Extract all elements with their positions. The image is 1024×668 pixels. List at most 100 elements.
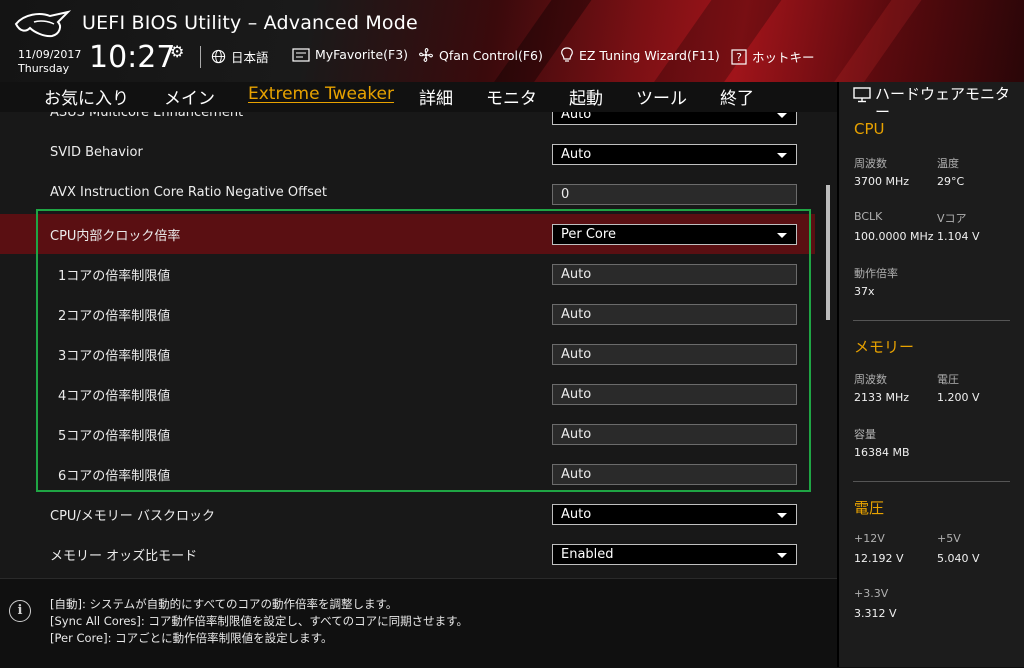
language-label: 日本語 xyxy=(231,50,269,65)
v33-value: 3.312 V xyxy=(854,607,897,620)
setting-label: ASUS Multicore Enhancement xyxy=(50,112,244,120)
globe-icon xyxy=(211,49,226,64)
app-title: UEFI BIOS Utility – Advanced Mode xyxy=(82,12,418,34)
cpu-temp-value: 29°C xyxy=(937,175,965,188)
setting-label: CPU/メモリー バスクロック xyxy=(50,509,215,524)
settings-panel: ASUS Multicore Enhancement Auto SVID Beh… xyxy=(0,112,837,578)
header-decoration xyxy=(641,0,789,82)
setting-row-avx-offset[interactable]: AVX Instruction Core Ratio Negative Offs… xyxy=(0,174,815,214)
v5-label: +5V xyxy=(937,532,961,545)
chevron-down-icon xyxy=(777,113,787,118)
myfavorite-button[interactable]: MyFavorite(F3) xyxy=(292,47,408,62)
gear-icon[interactable]: ⚙ xyxy=(170,42,184,61)
hotkeys-label: ホットキー xyxy=(752,50,815,65)
tab-favorites[interactable]: お気に入り xyxy=(44,84,129,109)
bus-clock-dropdown[interactable]: Auto xyxy=(552,504,797,525)
setting-label: メモリー オッズ比モード xyxy=(50,549,198,564)
svg-text:?: ? xyxy=(736,51,742,64)
date-text: 11/09/2017 xyxy=(18,48,82,61)
setting-row-svid[interactable]: SVID Behavior Auto xyxy=(0,134,815,174)
v33-label: +3.3V xyxy=(854,587,889,600)
clock-time: 10:27 xyxy=(89,40,176,75)
v5-value: 5.040 V xyxy=(937,552,980,565)
memory-section-heading: メモリー xyxy=(854,338,915,356)
day-text: Thursday xyxy=(18,62,70,75)
v12-label: +12V xyxy=(854,532,885,545)
hardware-monitor-panel: ハードウェアモニター CPU 周波数 温度 3700 MHz 29°C BCLK… xyxy=(837,82,1024,667)
setting-label: AVX Instruction Core Ratio Negative Offs… xyxy=(50,185,327,200)
help-line: [Sync All Cores]: コア動作倍率制限値を設定し、すべてのコアに同… xyxy=(50,614,468,628)
mem-freq-value: 2133 MHz xyxy=(854,391,910,404)
qfan-label: Qfan Control(F6) xyxy=(439,47,543,63)
cpu-bclk-label: BCLK xyxy=(854,210,883,223)
header-bar: UEFI BIOS Utility – Advanced Mode 11/09/… xyxy=(0,0,1024,82)
tab-extreme-tweaker[interactable]: Extreme Tweaker xyxy=(248,84,394,104)
mem-cap-label: 容量 xyxy=(854,428,876,441)
help-icon: ? xyxy=(731,48,747,65)
setting-label: SVID Behavior xyxy=(50,145,143,160)
mem-volt-label: 電圧 xyxy=(937,373,959,386)
chevron-down-icon xyxy=(777,553,787,558)
hotkeys-button[interactable]: ? ホットキー xyxy=(731,47,815,66)
monitor-icon xyxy=(853,87,871,103)
mem-volt-value: 1.200 V xyxy=(937,391,980,404)
setting-row-multicore[interactable]: ASUS Multicore Enhancement Auto xyxy=(0,112,815,134)
cpu-vcore-value: 1.104 V xyxy=(937,230,980,243)
avx-offset-input[interactable]: 0 xyxy=(552,184,797,205)
header-decoration xyxy=(481,0,599,82)
multicore-dropdown[interactable]: Auto xyxy=(552,112,797,125)
qfan-button[interactable]: Qfan Control(F6) xyxy=(418,47,543,63)
dropdown-value: Enabled xyxy=(561,547,614,562)
cpu-freq-value: 3700 MHz xyxy=(854,175,910,188)
mem-freq-label: 周波数 xyxy=(854,373,887,386)
cpu-vcore-label: Vコア xyxy=(937,212,967,225)
language-button[interactable]: 日本語 xyxy=(211,47,269,66)
help-line: [自動]: システムが自動的にすべてのコアの動作倍率を調整します。 xyxy=(50,597,398,611)
input-value: 0 xyxy=(561,187,570,202)
dropdown-value: Auto xyxy=(561,147,592,162)
fan-icon xyxy=(419,48,433,62)
chevron-down-icon xyxy=(777,513,787,518)
hw-monitor-title: ハードウェアモニター xyxy=(875,85,1011,121)
chevron-down-icon xyxy=(777,153,787,158)
cpu-freq-label: 周波数 xyxy=(854,157,887,170)
voltage-section-heading: 電圧 xyxy=(854,499,885,517)
scrollbar-thumb[interactable] xyxy=(826,185,830,320)
tab-advanced[interactable]: 詳細 xyxy=(419,84,453,109)
info-icon: i xyxy=(9,600,31,622)
setting-row-bus-clock[interactable]: CPU/メモリー バスクロック Auto xyxy=(0,494,815,534)
highlight-box xyxy=(36,209,811,492)
myfavorite-label: MyFavorite(F3) xyxy=(315,47,409,62)
header-decoration xyxy=(821,0,929,82)
dropdown-value: Auto xyxy=(561,507,592,522)
help-line: [Per Core]: コアごとに動作倍率制限値を設定します。 xyxy=(50,631,333,645)
tab-tool[interactable]: ツール xyxy=(636,84,687,109)
help-info-bar: i [自動]: システムが自動的にすべてのコアの動作倍率を調整します。 [Syn… xyxy=(0,578,837,668)
section-divider xyxy=(853,320,1010,321)
rog-logo xyxy=(14,10,72,38)
tab-monitor[interactable]: モニタ xyxy=(486,84,537,109)
cpu-temp-label: 温度 xyxy=(937,157,959,170)
setting-row-memory-odds[interactable]: メモリー オッズ比モード Enabled xyxy=(0,534,815,574)
favorite-icon xyxy=(292,47,310,62)
ez-tuning-button[interactable]: EZ Tuning Wizard(F11) xyxy=(560,47,720,63)
lightbulb-icon xyxy=(561,47,573,62)
tab-exit[interactable]: 終了 xyxy=(720,84,754,109)
cpu-section-heading: CPU xyxy=(854,120,885,138)
v12-value: 12.192 V xyxy=(854,552,904,565)
header-separator xyxy=(200,46,201,68)
mem-cap-value: 16384 MB xyxy=(854,446,910,459)
cpu-bclk-value: 100.0000 MHz xyxy=(854,230,934,243)
help-text: [自動]: システムが自動的にすべてのコアの動作倍率を調整します。 [Sync … xyxy=(50,596,468,647)
cpu-ratio-label: 動作倍率 xyxy=(854,267,898,280)
tab-main[interactable]: メイン xyxy=(164,84,215,109)
dropdown-value: Auto xyxy=(561,112,592,122)
tab-boot[interactable]: 起動 xyxy=(569,84,603,109)
memory-odds-dropdown[interactable]: Enabled xyxy=(552,544,797,565)
section-divider xyxy=(853,481,1010,482)
cpu-ratio-value: 37x xyxy=(854,285,875,298)
date-display: 11/09/2017 Thursday xyxy=(18,48,81,76)
menu-tabs: お気に入り メイン Extreme Tweaker 詳細 モニタ 起動 ツール … xyxy=(0,82,837,112)
svid-dropdown[interactable]: Auto xyxy=(552,144,797,165)
ez-tuning-label: EZ Tuning Wizard(F11) xyxy=(579,47,720,63)
